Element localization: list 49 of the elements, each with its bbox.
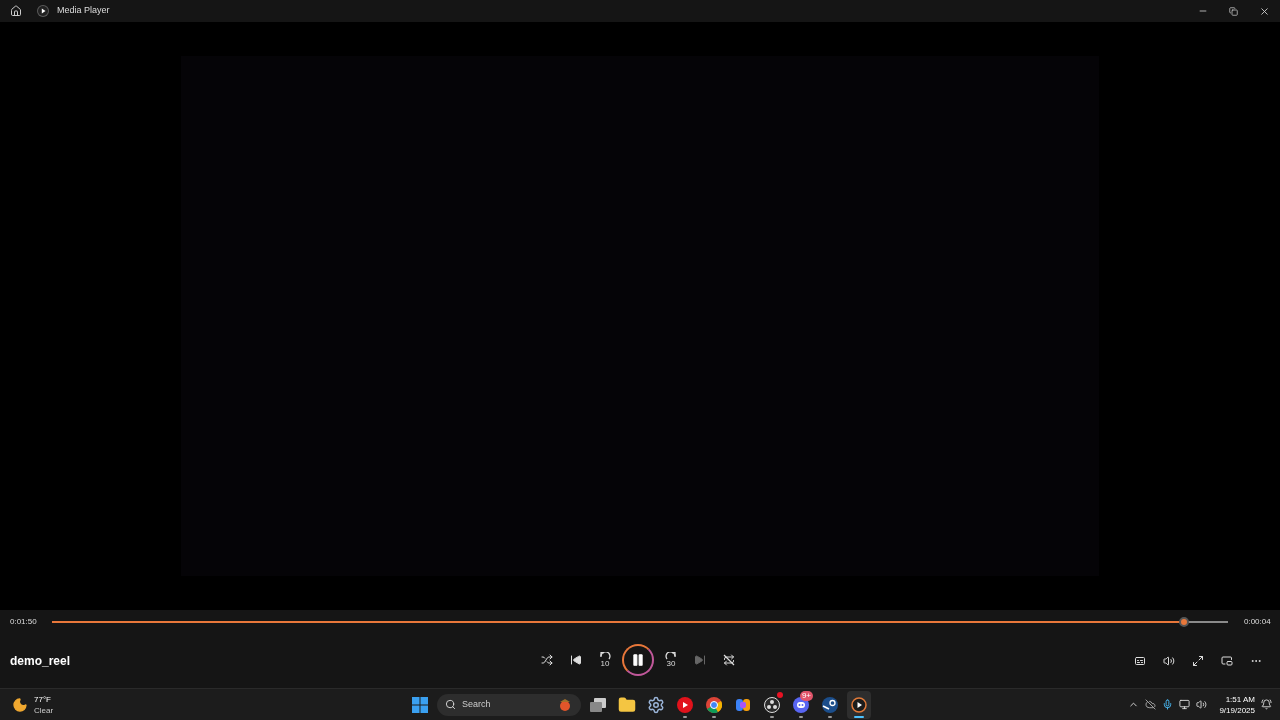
pause-icon <box>631 653 645 667</box>
moon-icon <box>12 696 28 713</box>
bird-icon <box>558 697 572 712</box>
monitor-icon[interactable] <box>1179 699 1191 710</box>
window-title: Media Player <box>57 4 110 18</box>
notification-badge: 9+ <box>799 690 813 701</box>
browser-icon <box>706 696 722 713</box>
expand-icon <box>1192 655 1204 667</box>
taskbar-app[interactable]: 9+ <box>789 690 813 719</box>
captions-icon <box>1134 655 1146 667</box>
home-icon <box>10 5 22 17</box>
elapsed-time: 0:01:50 <box>10 616 36 628</box>
gear-icon <box>647 695 665 714</box>
rotate-counterclockwise-icon <box>599 652 611 660</box>
rotate-clockwise-icon <box>665 652 677 660</box>
skip-forward-icon <box>694 654 706 666</box>
cloud-off-icon[interactable] <box>1145 699 1157 710</box>
forward-button[interactable]: 30 <box>657 646 685 674</box>
media-title: demo_reel <box>10 653 72 670</box>
rewind-button[interactable]: 10 <box>591 646 619 674</box>
task-view-icon <box>589 696 607 713</box>
volume-icon <box>1163 655 1175 667</box>
skip-back-icon <box>570 654 582 666</box>
play-circle-icon <box>677 696 693 713</box>
restore-icon <box>1229 6 1238 16</box>
search-icon <box>445 699 456 710</box>
search-field[interactable]: Search <box>437 693 581 716</box>
play-circle-icon <box>851 696 867 713</box>
shuffle-icon <box>541 654 553 666</box>
bell-icon[interactable] <box>1261 699 1272 710</box>
mini-player-icon <box>1221 655 1233 667</box>
folder-icon <box>618 695 636 714</box>
seek-thumb[interactable] <box>1179 617 1190 627</box>
app-logo-icon <box>37 5 49 17</box>
weather-widget[interactable]: 77°F Clear <box>12 693 54 716</box>
microphone-icon[interactable] <box>1162 699 1174 710</box>
clock[interactable]: 1:51 AM 9/19/2025 <box>1219 693 1255 716</box>
search-input[interactable]: Search <box>462 697 552 712</box>
close-icon <box>1259 5 1270 17</box>
volume-icon[interactable] <box>1196 699 1208 710</box>
temperature: 77°F <box>34 693 51 705</box>
taskbar-app[interactable] <box>847 690 871 719</box>
pause-button[interactable] <box>622 644 654 676</box>
windows-icon <box>412 696 428 713</box>
weather-condition: Clear <box>34 704 54 716</box>
remaining-time: 0:00:04 <box>1244 616 1270 628</box>
repeat-icon <box>723 654 735 666</box>
petals-icon <box>735 696 751 713</box>
record-icon <box>764 696 780 713</box>
